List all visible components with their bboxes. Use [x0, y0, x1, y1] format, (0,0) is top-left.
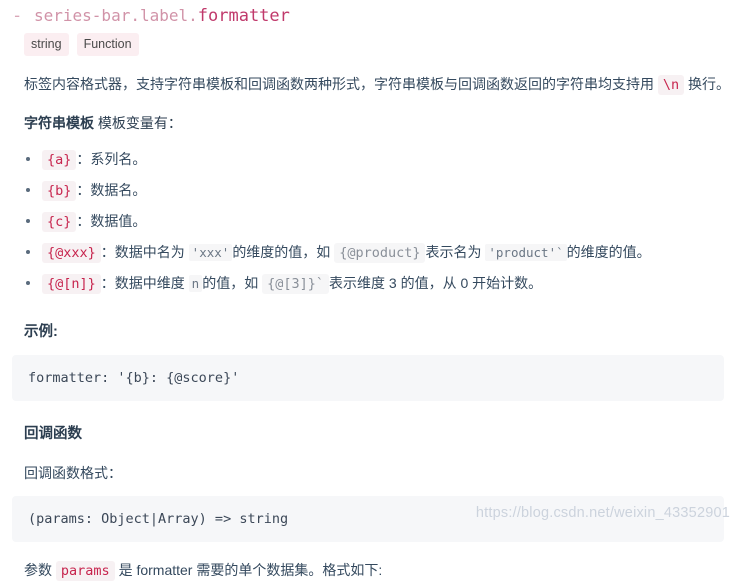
string-template-subheading: 字符串模板 模板变量有： [12, 112, 724, 134]
bullet-dot-icon [26, 281, 30, 285]
callback-heading: 回调函数 [24, 426, 82, 442]
list-item: {c} ：数据值。 [26, 206, 724, 237]
api-property-heading: - series-bar.label.formatter [12, 0, 724, 26]
api-doc-page: - series-bar.label.formatter string Func… [0, 0, 736, 581]
list-item: {b} ：数据名。 [26, 175, 724, 206]
bullet-dot-icon [26, 250, 30, 254]
variable-desc-atxxx-2: 的维度的值，如 [232, 244, 331, 260]
variable-code-atn: {@[n]} [42, 274, 101, 294]
variable-code-b: {b} [42, 181, 77, 201]
variable-desc-b: ：数据名。 [76, 182, 147, 198]
bullet-dot-icon [26, 219, 30, 223]
type-badge-string: string [24, 33, 69, 56]
variable-desc-atn-2: 的值，如 [202, 275, 259, 291]
inline-code-newline: \n [657, 75, 685, 95]
list-item: {@[n]} ：数据中维度 n 的值，如 {@[3]}` 表示维度 3 的值，从 0 … [26, 268, 724, 299]
string-template-bold-label: 字符串模板 [24, 115, 94, 131]
variable-desc-atxxx-4: 的维度的值。 [566, 244, 651, 260]
api-path-prefix: series-bar.label. [34, 6, 198, 25]
params-text-before: 参数 [24, 562, 52, 578]
variable-code-a: {a} [42, 150, 77, 170]
intro-paragraph: 标签内容格式器，支持字符串模板和回调函数两种形式，字符串模板与回调函数返回的字符… [12, 73, 730, 96]
example-heading: 示例: [24, 324, 58, 340]
variable-quoted-product: 'product'` [485, 244, 567, 261]
variable-desc-atn-1: ：数据中维度 [100, 275, 185, 291]
variable-desc-atn-3: 表示维度 3 的值，从 0 开始计数。 [329, 275, 543, 291]
intro-text-after: 换行。 [688, 76, 731, 92]
variable-quoted-n: n [188, 275, 203, 292]
variable-desc-a: ：系列名。 [76, 151, 147, 167]
callback-format-label: 回调函数格式： [24, 465, 122, 481]
list-item: {a} ：系列名。 [26, 144, 724, 175]
csdn-watermark: https://blog.csdn.net/weixin_43352901 [475, 505, 730, 521]
variable-code-at3: {@[3]}` [262, 274, 329, 294]
params-text-after: 是 formatter 需要的单个数据集。格式如下: [118, 562, 383, 578]
variable-desc-atxxx-1: ：数据中名为 [100, 244, 185, 260]
type-badge-function: Function [76, 33, 139, 56]
variable-desc-atxxx-3: 表示名为 [425, 244, 482, 260]
variable-desc-c: ：数据值。 [76, 213, 147, 229]
list-item: {@xxx} ：数据中名为 'xxx' 的维度的值，如 {@product} 表示名为… [26, 237, 724, 268]
bullet-dot-icon [26, 188, 30, 192]
variable-code-atproduct: {@product} [334, 243, 426, 263]
variable-quoted-xxx: 'xxx' [188, 244, 233, 261]
template-variable-list: {a} ：系列名。 {b} ：数据名。 {c} ：数据值。 {@xxx} ：数据中名为 … [12, 144, 724, 299]
variable-code-atxxx: {@xxx} [42, 243, 101, 263]
api-property-name: formatter [197, 6, 290, 26]
bullet-dot-icon [26, 157, 30, 161]
type-badge-list: string Function [12, 33, 724, 56]
string-template-subheading-rest: 模板变量有： [94, 115, 182, 131]
params-paragraph: 参数 params 是 formatter 需要的单个数据集。格式如下: [12, 559, 724, 582]
example-code-block: formatter: '{b}: {@score}' [12, 355, 724, 401]
variable-code-c: {c} [42, 212, 77, 232]
inline-code-params: params [55, 561, 115, 581]
intro-text-before: 标签内容格式器，支持字符串模板和回调函数两种形式，字符串模板与回调函数返回的字符… [24, 76, 654, 92]
anchor-dash-icon: - [12, 6, 23, 26]
